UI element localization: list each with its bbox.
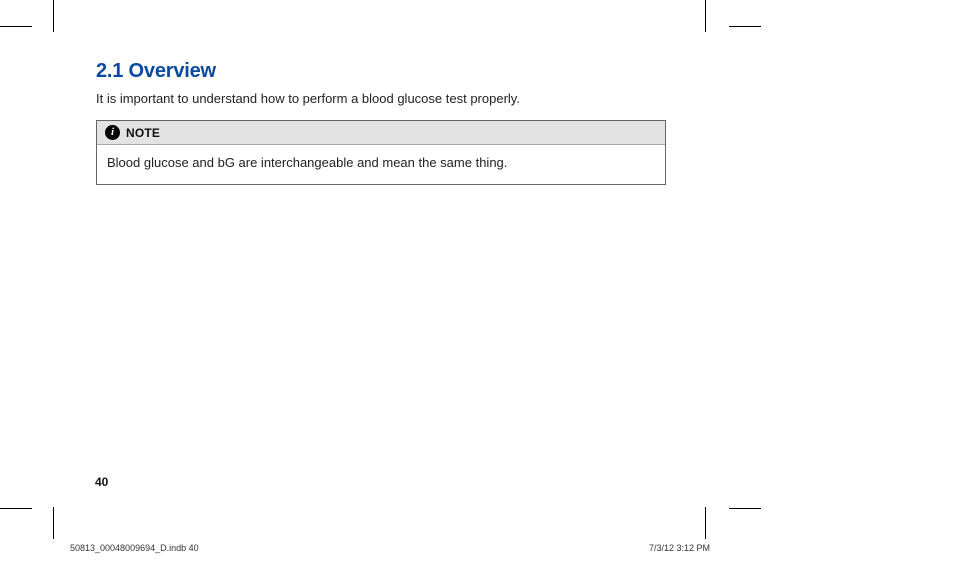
crop-mark	[729, 26, 761, 27]
footer: 50813_00048009694_D.indb 40 7/3/12 3:12 …	[70, 543, 710, 553]
note-label: NOTE	[126, 126, 160, 140]
page-content: 2.1 Overview It is important to understa…	[96, 60, 676, 185]
crop-mark	[53, 0, 54, 32]
footer-left: 50813_00048009694_D.indb 40	[70, 543, 199, 553]
crop-mark	[705, 507, 706, 539]
section-heading: 2.1 Overview	[96, 60, 676, 83]
crop-mark	[53, 507, 54, 539]
intro-paragraph: It is important to understand how to per…	[96, 91, 676, 106]
crop-mark	[729, 508, 761, 509]
info-icon: i	[105, 125, 120, 140]
page-number: 40	[95, 475, 108, 489]
footer-right: 7/3/12 3:12 PM	[649, 543, 710, 553]
note-header: i NOTE	[97, 121, 665, 145]
note-box: i NOTE Blood glucose and bG are intercha…	[96, 120, 666, 185]
crop-mark	[0, 508, 32, 509]
crop-mark	[705, 0, 706, 32]
crop-mark	[0, 26, 32, 27]
note-body: Blood glucose and bG are interchangeable…	[97, 145, 665, 184]
